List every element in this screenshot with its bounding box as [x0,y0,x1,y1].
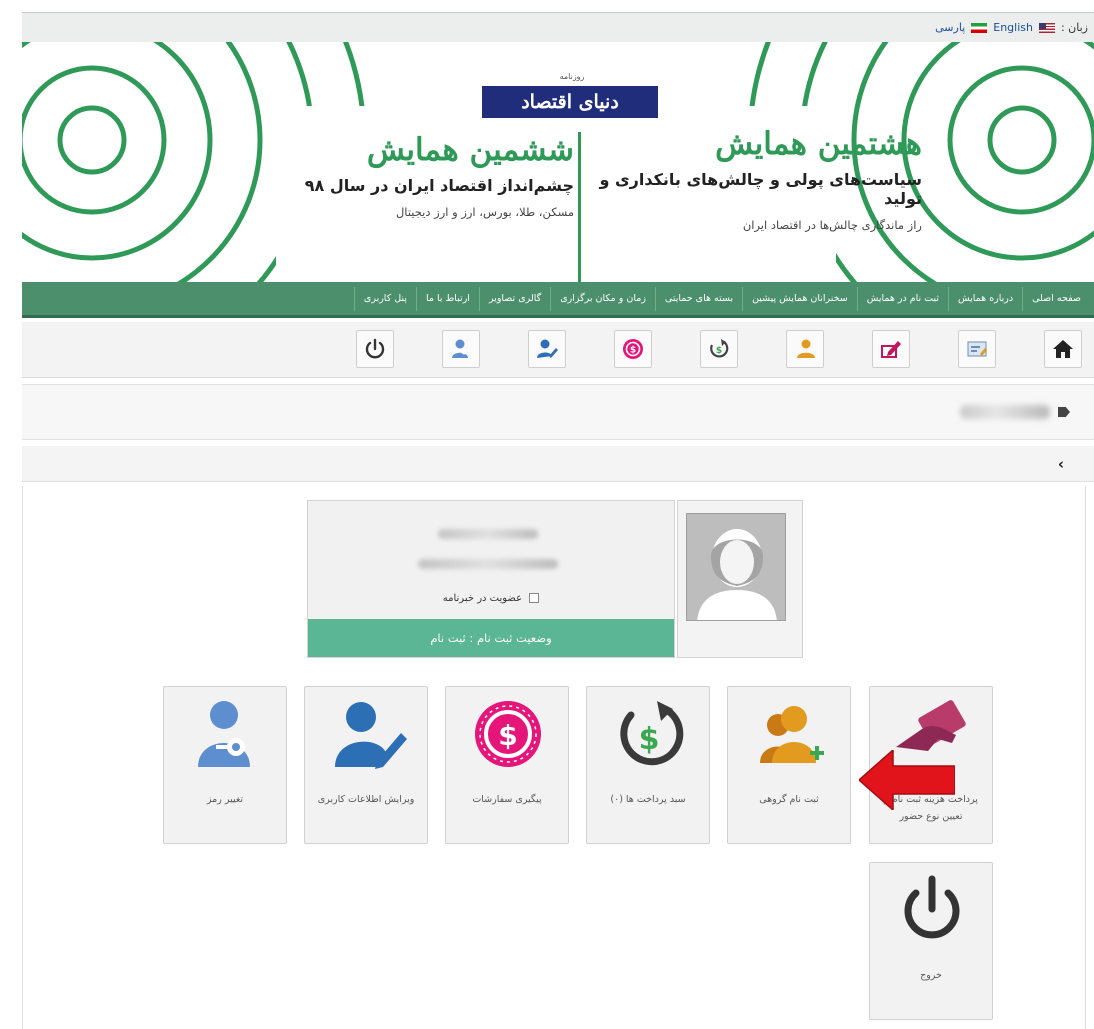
nav-item-about[interactable]: درباره همایش [948,286,1022,311]
svg-text:$: $ [716,346,722,356]
nav-item-user-panel[interactable]: پنل کاربری [353,286,416,311]
toolbar-group-user-button[interactable] [786,330,824,368]
tag-icon [1058,407,1070,417]
newsletter-option: عضویت در خبرنامه [308,593,674,604]
logout-label: خروج [920,970,942,981]
user-key-icon [198,701,250,767]
conference-6th-title: ششمین همایش [366,132,574,168]
avatar[interactable] [686,513,786,621]
default-avatar-icon [687,514,785,620]
nav-item-previous-speakers[interactable]: سخنرانان همایش پیشین [742,286,857,311]
payment-basket-tile[interactable]: $ سبد پرداخت ها (۰) [586,686,710,844]
conference-8th-title: هشتمین همایش [715,126,922,162]
page: زبان : English پارسی روزنامه دنیای اقتصا… [0,0,1094,1029]
orders-icon: $ [623,339,643,359]
toolbar-home-button[interactable] [1044,330,1082,368]
toolbar-registration-form-button[interactable] [958,330,996,368]
newspaper-logo[interactable]: روزنامه دنیای اقتصاد [482,72,658,120]
blurred-name [438,529,538,539]
language-switcher: زبان : English پارسی [935,21,1088,34]
user-key-icon [452,339,468,358]
user-edit-icon [537,339,558,358]
user-pencil-icon [335,702,407,769]
payment-cycle-icon: $ [710,339,729,358]
registration-status: وضعیت ثبت نام : ثبت نام [308,619,674,657]
order-tracking-label: پیگیری سفارشات [472,794,542,805]
conference-8th-subtitle: سیاست‌های پولی و چالش‌های بانکداری و تول… [599,170,922,208]
toolbar-edit-button[interactable] [872,330,910,368]
svg-text:$: $ [639,722,660,757]
nav-item-time-and-place[interactable]: زمان و مکان برگزاری [550,286,655,311]
order-tracking-tile[interactable]: $ پیگیری سفارشات [445,686,569,844]
home-icon [1053,340,1073,358]
language-option-english[interactable]: English [993,21,1033,34]
group-registration-tile[interactable]: ثبت نام گروهی [727,686,851,844]
conference-8th-description: راز ماندگاری چالش‌ها در اقتصاد ایران [742,218,922,232]
iran-flag-icon[interactable] [971,22,988,33]
edit-icon [881,341,901,358]
language-label: زبان : [1060,21,1088,34]
us-flag-icon[interactable] [1038,22,1055,33]
nav-item-sponsorship-packages[interactable]: بسته های حمایتی [654,286,742,311]
red-arrow-pointer [859,750,955,810]
group-registration-label: ثبت نام گروهی [759,794,819,805]
svg-text:$: $ [630,346,636,356]
registration-form-icon [967,341,987,357]
toolbar-payment-button[interactable]: $ [700,330,738,368]
newsletter-checkbox[interactable] [529,593,540,603]
icon-toolbar: $ $ [22,322,1094,378]
power-icon [904,875,960,939]
profile-card: عضویت در خبرنامه وضعیت ثبت نام : ثبت نام [307,500,803,658]
nav-item-registration[interactable]: ثبت نام در همایش [856,286,948,311]
dollar-cycle-icon: $ [620,701,684,766]
edit-user-info-tile[interactable]: ویرایش اطلاعات کاربری [304,686,428,844]
nav-item-home[interactable]: صفحه اصلی [1022,286,1090,311]
dollar-coin-icon: $ [475,701,541,767]
change-password-tile[interactable]: تغییر رمز [163,686,287,844]
toolbar-user-edit-button[interactable] [528,330,566,368]
conference-6th-description: مسکن، طلا، بورس، ارز و ارز دیجیتال [395,205,574,219]
banner-divider [578,132,581,282]
toolbar-logout-button[interactable] [356,330,394,368]
group-user-add-icon [760,706,824,763]
chevron-left-icon[interactable]: ‹ [1058,455,1064,473]
profile-info: عضویت در خبرنامه وضعیت ثبت نام : ثبت نام [307,500,675,658]
conference-6th: ششمین همایش چشم‌انداز اقتصاد ایران در سا… [274,132,574,219]
change-password-label: تغییر رمز [206,794,244,805]
newsletter-label: عضویت در خبرنامه [442,593,523,604]
language-bar: زبان : English پارسی [22,12,1094,42]
nav-item-gallery[interactable]: گالری تصاویر [478,286,550,311]
logout-tile[interactable]: خروج [869,862,993,1020]
avatar-box [677,500,803,658]
language-option-persian[interactable]: پارسی [935,21,965,34]
toolbar-orders-button[interactable]: $ [614,330,652,368]
user-panel-content: عضویت در خبرنامه وضعیت ثبت نام : ثبت نام [22,486,1086,1029]
logo-text: دنیای اقتصاد [482,86,658,118]
toolbar-user-key-button[interactable] [442,330,480,368]
conference-banner: روزنامه دنیای اقتصاد هشتمین همایش سیاست‌… [22,42,1094,282]
sub-breadcrumb-bar: ‹ [22,446,1094,482]
conference-8th: هشتمین همایش سیاست‌های پولی و چالش‌های ب… [582,126,922,232]
power-icon [365,338,385,359]
conference-6th-subtitle: چشم‌انداز اقتصاد ایران در سال ۹۸ [304,176,574,195]
breadcrumb [22,384,1094,440]
logo-caption: روزنامه [559,72,585,81]
payment-basket-label: سبد پرداخت ها (۰) [610,794,686,805]
edit-user-info-label: ویرایش اطلاعات کاربری [317,794,415,805]
group-user-icon [797,339,815,358]
svg-text:$: $ [498,719,517,752]
nav-item-contact[interactable]: ارتباط با ما [415,286,479,311]
main-navigation: صفحه اصلی درباره همایش ثبت نام در همایش … [22,282,1094,318]
blurred-username [960,405,1050,419]
blurred-email [418,559,558,569]
